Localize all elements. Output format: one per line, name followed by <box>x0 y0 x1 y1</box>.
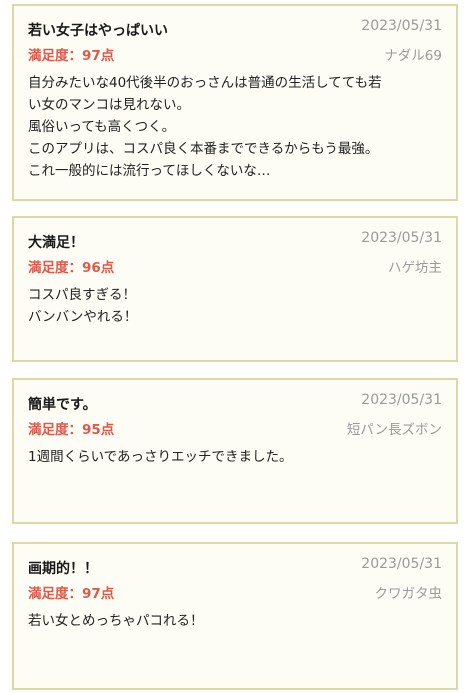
review-body-line: コスパ良すぎる！ <box>28 287 136 303</box>
review-card: 簡単です。 2023/05/31 満足度：95点 短パン長ズボン 1週間くらいで… <box>12 378 458 524</box>
review-title: 簡単です。 <box>28 397 97 413</box>
review-author: ハゲ坊主 <box>388 260 442 276</box>
review-header: 大満足！ 2023/05/31 満足度：96点 ハゲ坊主 <box>28 228 442 276</box>
review-date: 2023/05/31 <box>361 18 442 34</box>
review-body-line: バンバンやれる！ <box>28 309 138 325</box>
review-author: クワガタ虫 <box>374 586 443 602</box>
review-body-line: い女のマンコは見れない。 <box>28 97 190 113</box>
review-title: 若い女子はやっぱいい <box>28 23 168 39</box>
satisfaction-score: 満足度：96点 <box>28 260 115 276</box>
satisfaction-score: 満足度：97点 <box>28 48 115 64</box>
review-body-line: 風俗いっても高くつく。 <box>28 119 176 135</box>
review-date: 2023/05/31 <box>361 230 442 246</box>
review-date: 2023/05/31 <box>361 392 442 408</box>
review-header: 画期的！！ 2023/05/31 満足度：97点 クワガタ虫 <box>28 554 442 602</box>
review-body-line: 1週間くらいであっさりエッチできました。 <box>28 449 293 465</box>
review-body-line: これ一般的には流行ってほしくないな… <box>28 163 271 179</box>
review-date: 2023/05/31 <box>361 556 442 572</box>
review-body: 若い女とめっちゃパコれる！ <box>28 610 442 632</box>
review-card: 若い女子はやっぱいい 2023/05/31 満足度：97点 ナダル69 自分みた… <box>12 4 458 201</box>
review-body-line: このアプリは、コスパ良く本番までできるからもう最強。 <box>28 141 379 157</box>
review-body: 自分みたいな40代後半のおっさんは普通の生活してても若 い女のマンコは見れない。… <box>28 72 442 182</box>
satisfaction-score: 満足度：95点 <box>28 422 115 438</box>
review-card: 大満足！ 2023/05/31 満足度：96点 ハゲ坊主 コスパ良すぎる！ バン… <box>12 216 458 362</box>
review-author: 短パン長ズボン <box>346 422 442 438</box>
review-card: 画期的！！ 2023/05/31 満足度：97点 クワガタ虫 若い女とめっちゃパ… <box>12 542 458 690</box>
review-body-line: 若い女とめっちゃパコれる！ <box>28 613 204 629</box>
review-body: 1週間くらいであっさりエッチできました。 <box>28 446 442 468</box>
review-header: 簡単です。 2023/05/31 満足度：95点 短パン長ズボン <box>28 390 442 438</box>
review-title: 大満足！ <box>28 235 84 251</box>
satisfaction-score: 満足度：97点 <box>28 586 115 602</box>
review-body-line: 自分みたいな40代後半のおっさんは普通の生活してても若 <box>28 75 382 91</box>
review-body: コスパ良すぎる！ バンバンやれる！ <box>28 284 442 328</box>
review-author: ナダル69 <box>384 48 442 64</box>
review-title: 画期的！！ <box>28 561 98 577</box>
review-header: 若い女子はやっぱいい 2023/05/31 満足度：97点 ナダル69 <box>28 16 442 64</box>
